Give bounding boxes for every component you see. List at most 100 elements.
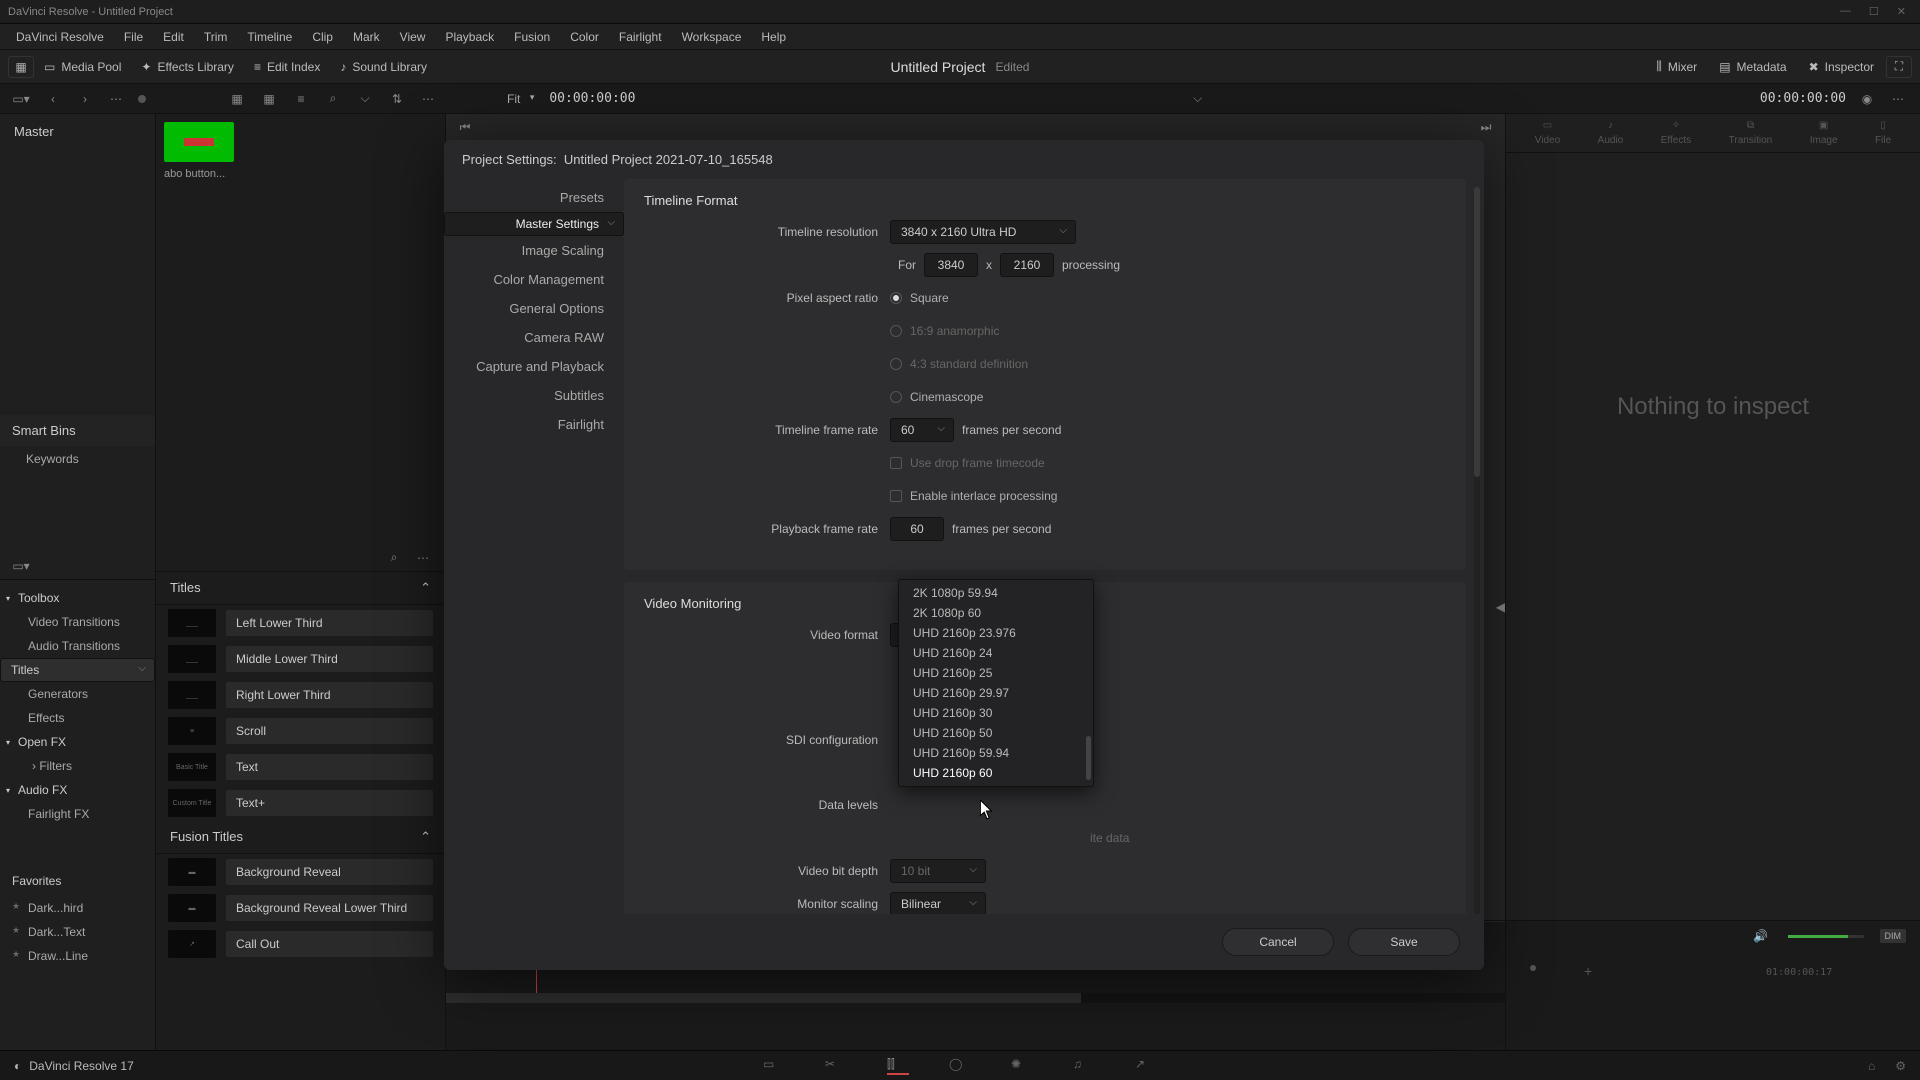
effects-library-button[interactable]: ✦Effects Library [131, 57, 244, 77]
nav-fwd-icon[interactable]: › [74, 88, 96, 110]
title-item[interactable]: ↗Call Out [156, 926, 445, 962]
nav-back-icon[interactable]: ‹ [42, 88, 64, 110]
title-item[interactable]: Basic TitleText [156, 749, 445, 785]
dim-toggle[interactable]: DIM [1880, 929, 1907, 943]
minimize-icon[interactable]: — [1840, 5, 1851, 18]
title-item[interactable]: ▬Background Reveal [156, 854, 445, 890]
master-bin[interactable]: Master [0, 114, 155, 149]
toolbox-effects[interactable]: Effects [0, 706, 155, 730]
video-bit-depth-dropdown[interactable]: 10 bit [890, 859, 986, 883]
dialog-scrollbar[interactable] [1474, 187, 1480, 914]
title-item[interactable]: ___Left Lower Third [156, 605, 445, 641]
sound-library-button[interactable]: ♪Sound Library [330, 57, 437, 77]
chevron-down-icon[interactable]: ⌵ [354, 88, 376, 110]
metadata-button[interactable]: ▤Metadata [1709, 57, 1796, 77]
toolbox-generators[interactable]: Generators [0, 682, 155, 706]
smart-bin-keywords[interactable]: Keywords [0, 446, 155, 472]
page-media-icon[interactable]: ▭ [763, 1057, 785, 1075]
audiofx-fairlight[interactable]: Fairlight FX [0, 802, 155, 826]
tab-audio[interactable]: ♪Audio [1598, 120, 1624, 146]
timeline-height-input[interactable] [1000, 253, 1054, 277]
video-format-dropdown-popup[interactable]: 2K 1080p 59.94 2K 1080p 60 UHD 2160p 23.… [898, 579, 1094, 787]
more-icon[interactable]: ⋯ [418, 88, 440, 110]
title-item[interactable]: ▬Background Reveal Lower Third [156, 890, 445, 926]
bin-dropdown-icon[interactable]: ▭▾ [10, 88, 32, 110]
layout-icon[interactable]: ▦ [8, 56, 34, 78]
speaker-icon[interactable]: 🔊 [1750, 925, 1772, 947]
timeline-width-input[interactable] [924, 253, 978, 277]
menu-edit[interactable]: Edit [155, 28, 192, 46]
inspector-button[interactable]: ✖Inspector [1799, 57, 1884, 77]
dropdown-option[interactable]: UHD 2160p 29.97 [899, 683, 1093, 703]
expand-icon[interactable]: ⛶ [1886, 56, 1912, 78]
menu-file[interactable]: File [116, 28, 151, 46]
toolbox-header[interactable]: Toolbox [0, 586, 155, 610]
toolbox-audio-transitions[interactable]: Audio Transitions [0, 634, 155, 658]
openfx-filters[interactable]: › Filters [0, 754, 155, 778]
nav-camera-raw[interactable]: Camera RAW [444, 323, 624, 352]
save-button[interactable]: Save [1348, 928, 1460, 956]
title-item[interactable]: ≡Scroll [156, 713, 445, 749]
dropdown-option[interactable]: UHD 2160p 25 [899, 663, 1093, 683]
menu-fairlight[interactable]: Fairlight [611, 28, 670, 46]
menu-view[interactable]: View [392, 28, 434, 46]
dropdown-option[interactable]: UHD 2160p 59.94 [899, 743, 1093, 763]
menu-mark[interactable]: Mark [345, 28, 388, 46]
favorite-item[interactable]: Draw...Line [0, 944, 155, 968]
page-fairlight-icon[interactable]: ♫ [1073, 1057, 1095, 1075]
skip-end-icon[interactable]: ⏭ [1475, 116, 1497, 138]
page-deliver-icon[interactable]: ↗ [1135, 1057, 1157, 1075]
page-cut-icon[interactable]: ✂ [825, 1057, 847, 1075]
page-edit-icon[interactable]: ⫿⫿ [887, 1057, 909, 1075]
favorite-item[interactable]: Dark...hird [0, 896, 155, 920]
nav-fairlight[interactable]: Fairlight [444, 410, 624, 439]
mixer-button[interactable]: ⫼Mixer [1646, 56, 1707, 77]
grid-view-icon[interactable]: ▦ [258, 88, 280, 110]
menu-davinci[interactable]: DaVinci Resolve [8, 28, 112, 46]
list-view-icon[interactable]: ≡ [290, 88, 312, 110]
menu-color[interactable]: Color [562, 28, 607, 46]
more-icon[interactable]: ⋯ [1888, 88, 1910, 110]
par-square-radio[interactable] [890, 292, 902, 304]
media-pool-button[interactable]: ▭Media Pool [34, 57, 131, 77]
nav-general-options[interactable]: General Options [444, 294, 624, 323]
timeline-scrollbar[interactable] [446, 993, 1505, 1003]
strip-view-icon[interactable]: ▦ [226, 88, 248, 110]
dropdown-option[interactable]: UHD 2160p 50 [899, 723, 1093, 743]
dropdown-option[interactable]: UHD 2160p 24 [899, 643, 1093, 663]
audiofx-header[interactable]: Audio FX [0, 778, 155, 802]
clip-thumbnail[interactable] [164, 122, 234, 162]
collapse-icon[interactable]: ⌃ [420, 580, 431, 596]
home-icon[interactable]: ⌂ [1868, 1059, 1875, 1073]
page-fusion-icon[interactable]: ◯ [949, 1057, 971, 1075]
menu-trim[interactable]: Trim [196, 28, 236, 46]
plus-icon[interactable]: + [1584, 963, 1592, 979]
nav-master-settings[interactable]: Master Settings [444, 212, 624, 236]
tab-file[interactable]: ▯File [1875, 120, 1891, 146]
monitor-scaling-dropdown[interactable]: Bilinear [890, 892, 986, 914]
menu-timeline[interactable]: Timeline [239, 28, 300, 46]
dropdown-option[interactable]: 2K 1080p 59.94 [899, 583, 1093, 603]
tab-image[interactable]: ▣Image [1810, 120, 1838, 146]
collapse-icon[interactable]: ⌃ [420, 829, 431, 845]
page-color-icon[interactable]: ✺ [1011, 1057, 1033, 1075]
title-item[interactable]: ___Right Lower Third [156, 677, 445, 713]
search-icon[interactable]: ⌕ [383, 547, 405, 569]
tab-transition[interactable]: ⧉Transition [1729, 120, 1773, 146]
dropdown-option[interactable]: UHD 2160p 60 [899, 763, 1093, 783]
volume-slider[interactable] [1788, 935, 1864, 938]
menu-playback[interactable]: Playback [437, 28, 502, 46]
menu-help[interactable]: Help [753, 28, 794, 46]
par-cinema-radio[interactable] [890, 391, 902, 403]
title-item[interactable]: Custom TitleText+ [156, 785, 445, 821]
menu-workspace[interactable]: Workspace [674, 28, 750, 46]
favorite-item[interactable]: Dark...Text [0, 920, 155, 944]
tab-video[interactable]: ▭Video [1535, 120, 1560, 146]
menu-clip[interactable]: Clip [304, 28, 341, 46]
bin-layout-icon[interactable]: ▭▾ [10, 555, 32, 577]
project-settings-icon[interactable]: ⚙ [1895, 1059, 1906, 1073]
more-icon[interactable]: ⋯ [106, 88, 128, 110]
dropdown-option[interactable]: 2K 1080p 60 [899, 603, 1093, 623]
more-icon[interactable]: ⋯ [413, 547, 435, 569]
title-item[interactable]: ___Middle Lower Third [156, 641, 445, 677]
